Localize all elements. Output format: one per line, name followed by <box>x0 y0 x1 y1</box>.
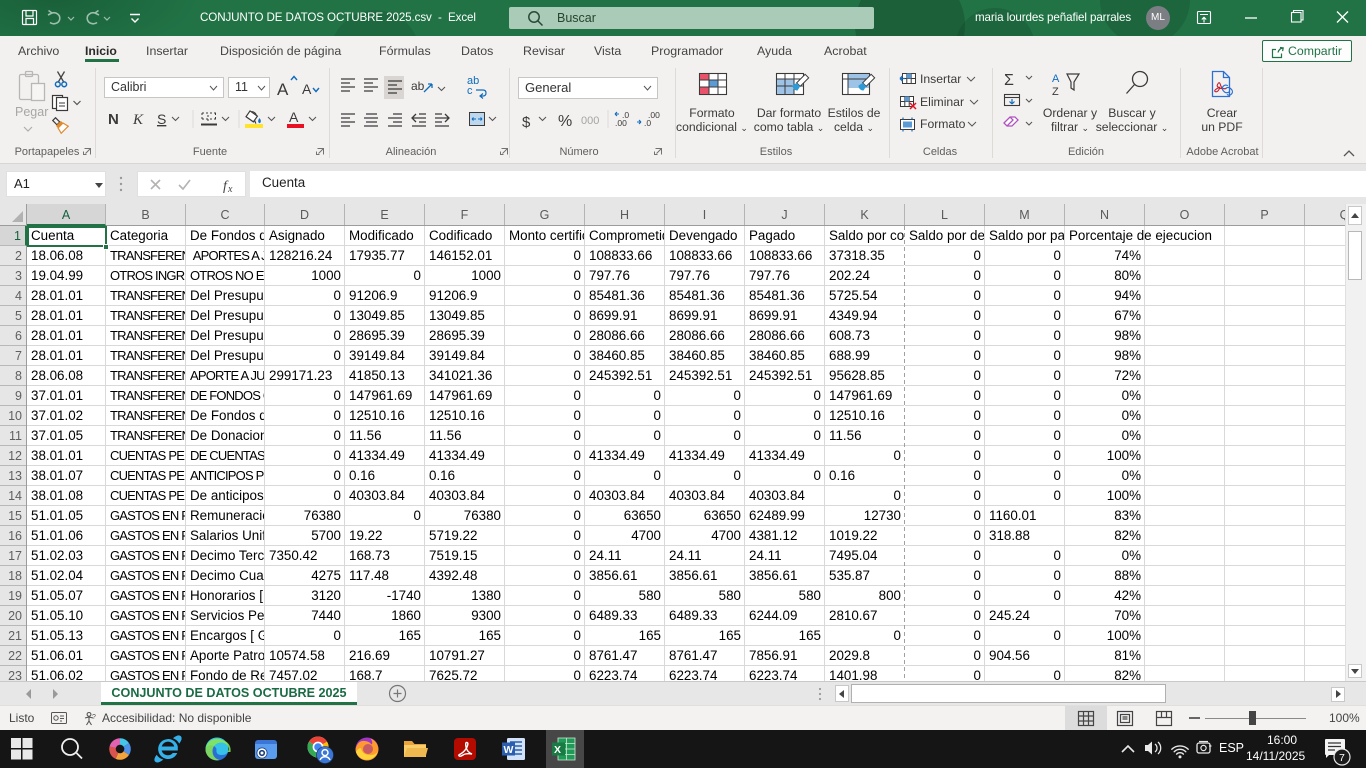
svg-text:7: 7 <box>1339 752 1345 764</box>
svg-text:Z: Z <box>1052 86 1059 98</box>
svg-text:W: W <box>504 744 514 756</box>
svg-text:A: A <box>289 109 299 125</box>
svg-text:Σ: Σ <box>1004 72 1014 89</box>
svg-text:ab: ab <box>411 79 425 93</box>
svg-text:.0: .0 <box>644 118 651 128</box>
svg-text:000: 000 <box>581 115 599 127</box>
svg-text:A: A <box>1052 73 1060 85</box>
svg-text:.00: .00 <box>615 118 627 128</box>
svg-text:?: ? <box>92 714 96 721</box>
svg-text:x: x <box>227 184 233 195</box>
svg-text:N: N <box>108 111 119 128</box>
svg-text:K: K <box>132 112 144 128</box>
svg-text:c: c <box>467 85 473 97</box>
svg-text:S: S <box>157 111 166 127</box>
svg-text:$: $ <box>522 114 531 131</box>
svg-text:A: A <box>302 81 312 97</box>
svg-text:A: A <box>277 80 289 99</box>
svg-text:X: X <box>554 744 561 756</box>
svg-text:%: % <box>558 113 572 130</box>
